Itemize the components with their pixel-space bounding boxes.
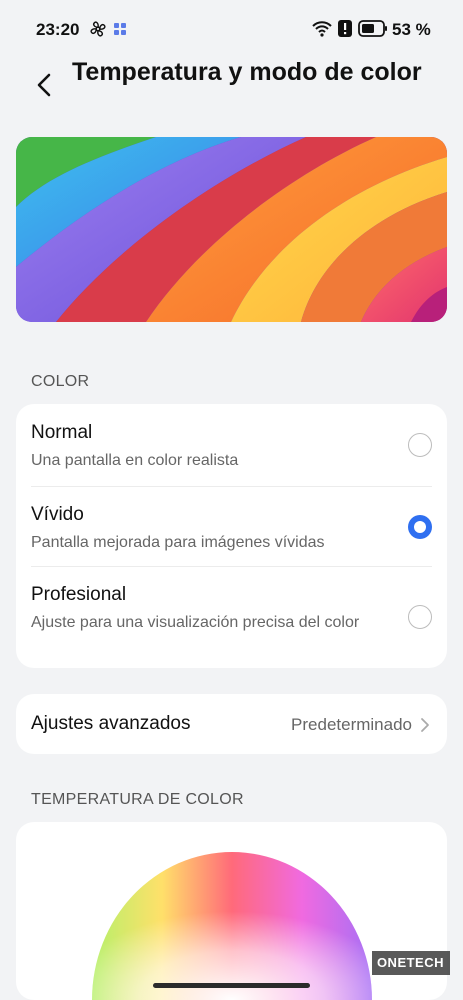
advanced-settings-value: Predeterminado	[291, 715, 412, 734]
option-title: Normal	[31, 422, 93, 443]
option-description: Ajuste para una visualización precisa de…	[31, 614, 360, 631]
temperature-section-label: TEMPERATURA DE COLOR	[31, 791, 244, 808]
apps-icon	[114, 23, 126, 35]
home-indicator[interactable]	[153, 983, 310, 988]
radio-profesional[interactable]	[408, 605, 432, 629]
watermark-logo: ONETECH	[372, 951, 450, 975]
app-header: Temperatura y modo de color	[0, 58, 463, 120]
battery-percent: 53 %	[392, 20, 431, 39]
option-description: Pantalla mejorada para imágenes vívidas	[31, 534, 325, 551]
alert-icon	[338, 20, 352, 37]
option-description: Una pantalla en color realista	[31, 452, 239, 469]
option-title: Vívido	[31, 504, 84, 525]
battery-icon	[358, 20, 387, 37]
status-bar: 23:20 53 %	[0, 0, 463, 58]
option-normal[interactable]: Normal Una pantalla en color realista	[16, 404, 447, 486]
option-profesional[interactable]: Profesional Ajuste para una visualizació…	[16, 566, 447, 668]
fan-icon	[90, 21, 106, 37]
advanced-settings-label: Ajustes avanzados	[31, 713, 191, 734]
option-vivido[interactable]: Vívido Pantalla mejorada para imágenes v…	[16, 486, 447, 566]
advanced-settings-row[interactable]: Ajustes avanzados Predeterminado	[16, 694, 447, 754]
option-title: Profesional	[31, 584, 127, 605]
back-arrow-icon[interactable]	[32, 72, 58, 98]
color-preview-banner	[16, 137, 447, 322]
color-mode-card: Normal Una pantalla en color realista Ví…	[16, 404, 447, 668]
wifi-icon	[312, 21, 332, 37]
chevron-right-icon	[421, 718, 429, 732]
color-section-label: COLOR	[31, 373, 90, 390]
status-time: 23:20	[36, 20, 80, 39]
radio-vivido-selected[interactable]	[408, 515, 432, 539]
page-title: Temperatura y modo de color	[72, 58, 422, 86]
radio-normal[interactable]	[408, 433, 432, 457]
